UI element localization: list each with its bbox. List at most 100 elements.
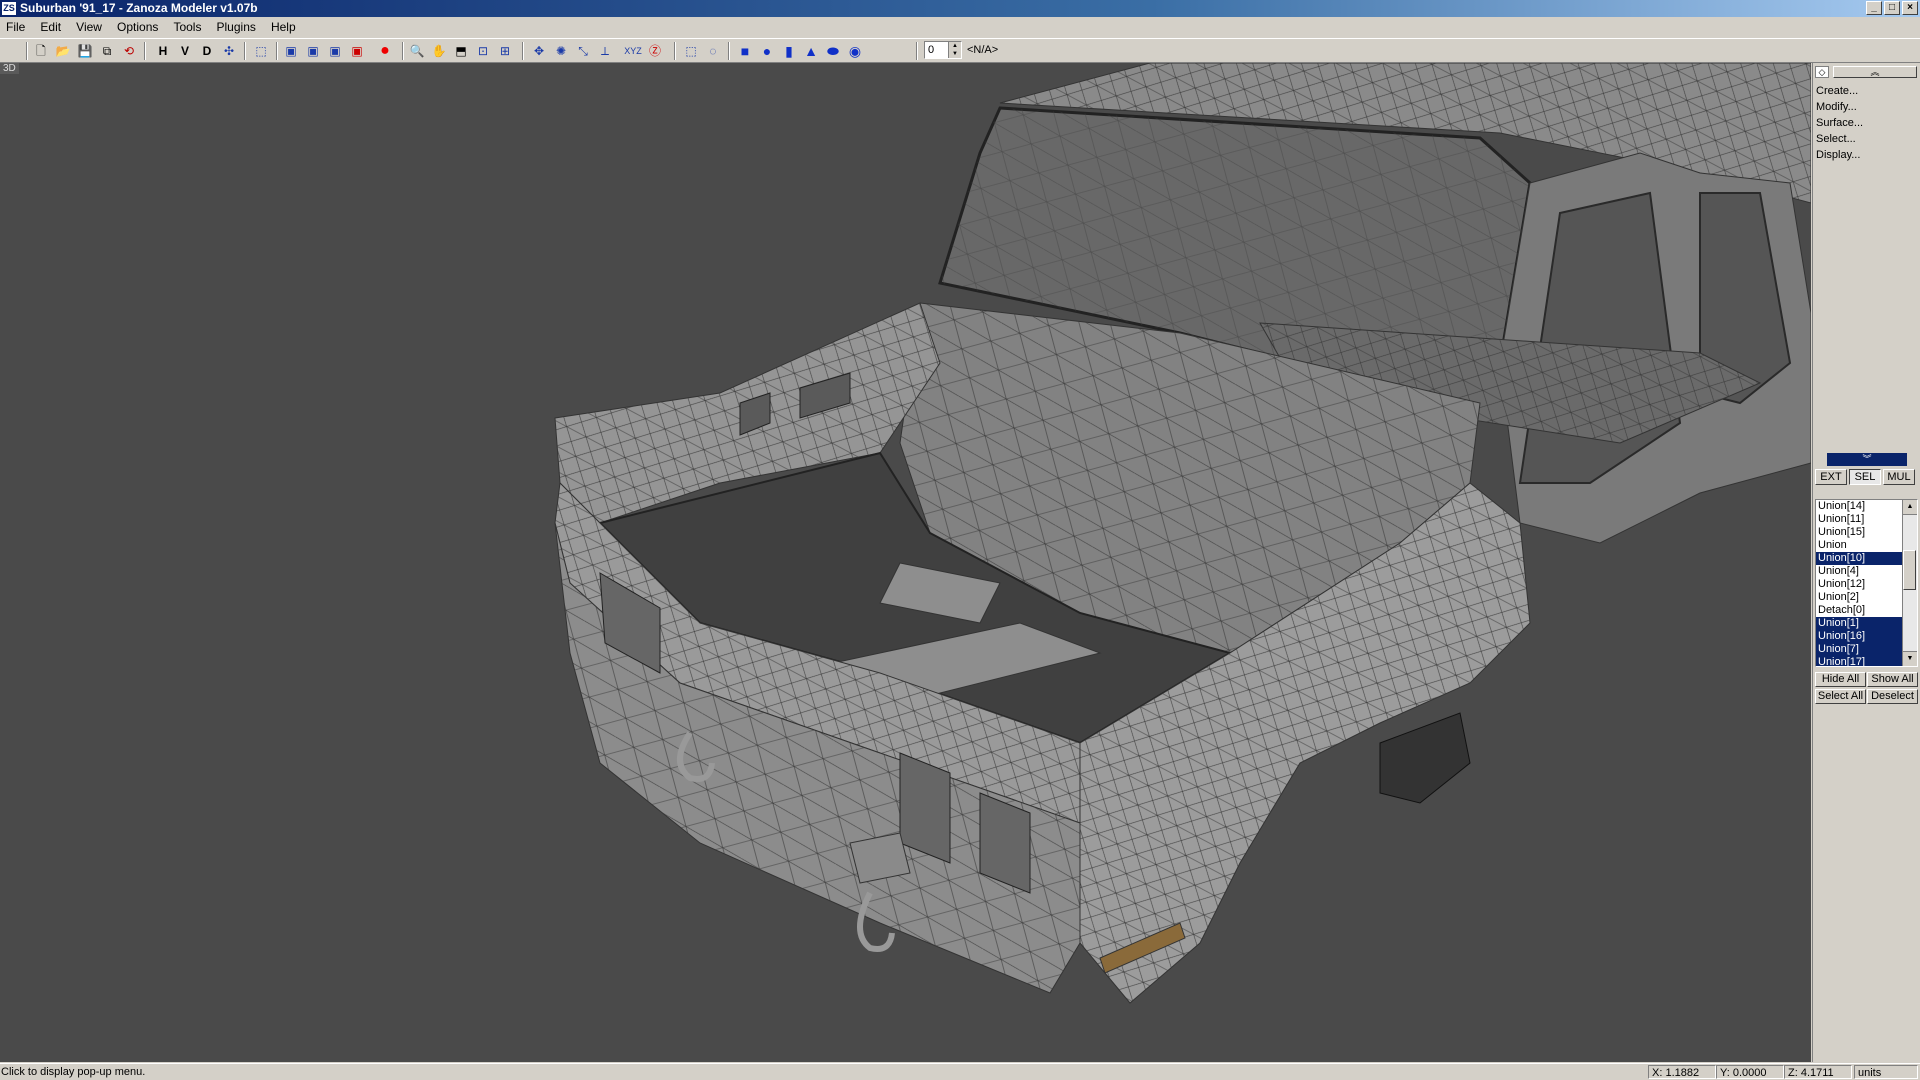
cylinder-primitive-icon[interactable]: ▮ bbox=[780, 42, 798, 60]
rotate-icon[interactable]: ✺ bbox=[552, 42, 570, 60]
toolbar-separator bbox=[522, 42, 524, 60]
zoom-icon[interactable]: 🔍 bbox=[408, 42, 426, 60]
mode-tabs: EXT SEL MUL bbox=[1815, 469, 1915, 485]
zoom-extents-icon[interactable]: ⬒ bbox=[452, 42, 470, 60]
deselect-button[interactable]: Deselect bbox=[1867, 689, 1918, 704]
menu-tools[interactable]: Tools bbox=[167, 17, 207, 37]
x-coordinate: X: 1.1882 bbox=[1648, 1065, 1716, 1079]
plane-primitive-icon[interactable]: ⬬ bbox=[824, 42, 842, 60]
list-item[interactable]: Union bbox=[1816, 539, 1905, 552]
menu-options[interactable]: Options bbox=[111, 17, 164, 37]
title-bar: ZS Suburban '91_17 - Zanoza Modeler v1.0… bbox=[0, 0, 1920, 17]
pan-hand-icon[interactable]: ✋ bbox=[430, 42, 448, 60]
cube-front-icon[interactable]: ▣ bbox=[282, 42, 300, 60]
panel-menu-surface[interactable]: Surface... bbox=[1816, 115, 1863, 131]
cube-side-icon[interactable]: ▣ bbox=[304, 42, 322, 60]
3d-viewport[interactable]: 3D bbox=[0, 63, 1811, 1062]
toolbar-separator bbox=[244, 42, 246, 60]
select-all-button[interactable]: Select All bbox=[1815, 689, 1866, 704]
menu-help[interactable]: Help bbox=[265, 17, 302, 37]
spinner-arrows[interactable]: ▲ ▼ bbox=[948, 42, 961, 58]
selection-info-field: <N/A> bbox=[967, 44, 999, 56]
rect-select-icon[interactable]: ⬚ bbox=[682, 42, 700, 60]
cone-primitive-icon[interactable]: ▲ bbox=[802, 42, 820, 60]
list-item[interactable]: Union[16] bbox=[1816, 630, 1905, 643]
show-all-button[interactable]: Show All bbox=[1867, 672, 1918, 687]
view-v-button[interactable]: V bbox=[176, 42, 194, 60]
toolbar-separator bbox=[674, 42, 676, 60]
app-icon: ZS bbox=[2, 2, 16, 15]
move-icon[interactable]: ✥ bbox=[530, 42, 548, 60]
scroll-up-arrow-icon[interactable]: ▲ bbox=[1903, 500, 1917, 515]
list-item[interactable]: Union[14] bbox=[1816, 500, 1905, 513]
zanoza-z-icon[interactable]: Ⓩ bbox=[646, 42, 664, 60]
close-button[interactable]: × bbox=[1902, 1, 1918, 15]
list-item[interactable]: Union[12] bbox=[1816, 578, 1905, 591]
panel-menu: Create... Modify... Surface... Select...… bbox=[1816, 83, 1863, 163]
zoom-region-icon[interactable]: ⊡ bbox=[474, 42, 492, 60]
list-buttons: Hide All Show All Select All Deselect bbox=[1815, 672, 1918, 704]
object-list[interactable]: Union[14] Union[11] Union[15] Union Unio… bbox=[1815, 499, 1918, 667]
torus-primitive-icon[interactable]: ◉ bbox=[846, 42, 864, 60]
list-item[interactable]: Union[11] bbox=[1816, 513, 1905, 526]
hide-all-button[interactable]: Hide All bbox=[1815, 672, 1866, 687]
tab-sel[interactable]: SEL bbox=[1849, 469, 1881, 485]
save-file-icon[interactable]: 💾 bbox=[76, 42, 94, 60]
list-item[interactable]: Union[2] bbox=[1816, 591, 1905, 604]
view-h-button[interactable]: H bbox=[154, 42, 172, 60]
maximize-button[interactable]: □ bbox=[1884, 1, 1900, 15]
revert-icon[interactable]: ⟲ bbox=[120, 42, 138, 60]
scale-icon[interactable]: ⤡ bbox=[574, 42, 592, 60]
import-icon[interactable]: ⧉ bbox=[98, 42, 116, 60]
mirror-icon[interactable]: ⟂ bbox=[596, 42, 614, 60]
tab-ext[interactable]: EXT bbox=[1815, 469, 1847, 485]
cube-perspective-icon[interactable]: ▣ bbox=[348, 42, 366, 60]
panel-scroll-up-button[interactable]: ︽ bbox=[1833, 66, 1917, 78]
sphere-primitive-icon[interactable]: ● bbox=[758, 42, 776, 60]
view-d-button[interactable]: D bbox=[198, 42, 216, 60]
menu-plugins[interactable]: Plugins bbox=[211, 17, 262, 37]
panel-scroll-down-button[interactable]: ︾ bbox=[1827, 453, 1907, 466]
wheel-arch bbox=[1379, 712, 1471, 804]
panel-menu-select[interactable]: Select... bbox=[1816, 131, 1863, 147]
menu-file[interactable]: File bbox=[0, 17, 31, 37]
toolbar-separator bbox=[728, 42, 730, 60]
new-file-icon[interactable]: 🗋 bbox=[32, 42, 50, 60]
scroll-down-arrow-icon[interactable]: ▼ bbox=[1903, 651, 1917, 666]
select-mode-icon[interactable]: ⬚ bbox=[252, 42, 270, 60]
axes-icon[interactable]: ✣ bbox=[220, 42, 238, 60]
menu-edit[interactable]: Edit bbox=[34, 17, 67, 37]
scroll-thumb[interactable] bbox=[1903, 550, 1916, 590]
box-primitive-icon[interactable]: ■ bbox=[736, 42, 754, 60]
list-item[interactable]: Union[10] bbox=[1816, 552, 1905, 565]
list-item[interactable]: Union[4] bbox=[1816, 565, 1905, 578]
spinner-value: 0 bbox=[928, 44, 935, 56]
panel-menu-create[interactable]: Create... bbox=[1816, 83, 1863, 99]
vehicle-wireframe-model bbox=[554, 63, 1811, 1004]
menu-view[interactable]: View bbox=[70, 17, 108, 37]
toolbar-separator bbox=[26, 42, 28, 60]
list-item[interactable]: Union[7] bbox=[1816, 643, 1905, 656]
window-title: Suburban '91_17 - Zanoza Modeler v1.07b bbox=[20, 1, 258, 15]
window-controls: _ □ × bbox=[1866, 1, 1918, 15]
xyz-icon[interactable]: XYZ bbox=[624, 42, 642, 60]
list-item[interactable]: Union[15] bbox=[1816, 526, 1905, 539]
list-item[interactable]: Detach[0] bbox=[1816, 604, 1905, 617]
zoom-all-icon[interactable]: ⊞ bbox=[496, 42, 514, 60]
cube-top-icon[interactable]: ▣ bbox=[326, 42, 344, 60]
z-coordinate: Z: 4.1711 bbox=[1784, 1065, 1852, 1079]
toolbar-separator bbox=[402, 42, 404, 60]
status-bar: Click to display pop-up menu. X: 1.1882 … bbox=[0, 1063, 1920, 1080]
panel-toggle-icon[interactable]: ◇ bbox=[1815, 66, 1829, 78]
value-spinner[interactable]: 0 ▲ ▼ bbox=[924, 41, 962, 59]
list-item[interactable]: Union[17] bbox=[1816, 656, 1905, 666]
open-file-icon[interactable]: 📂 bbox=[54, 42, 72, 60]
render-sphere-icon[interactable]: ● bbox=[376, 42, 394, 60]
circle-select-icon[interactable]: ◌ bbox=[704, 42, 722, 60]
list-scrollbar[interactable]: ▲ ▼ bbox=[1902, 500, 1917, 666]
panel-menu-modify[interactable]: Modify... bbox=[1816, 99, 1863, 115]
minimize-button[interactable]: _ bbox=[1866, 1, 1882, 15]
panel-menu-display[interactable]: Display... bbox=[1816, 147, 1863, 163]
tab-mul[interactable]: MUL bbox=[1883, 469, 1915, 485]
list-item[interactable]: Union[1] bbox=[1816, 617, 1905, 630]
